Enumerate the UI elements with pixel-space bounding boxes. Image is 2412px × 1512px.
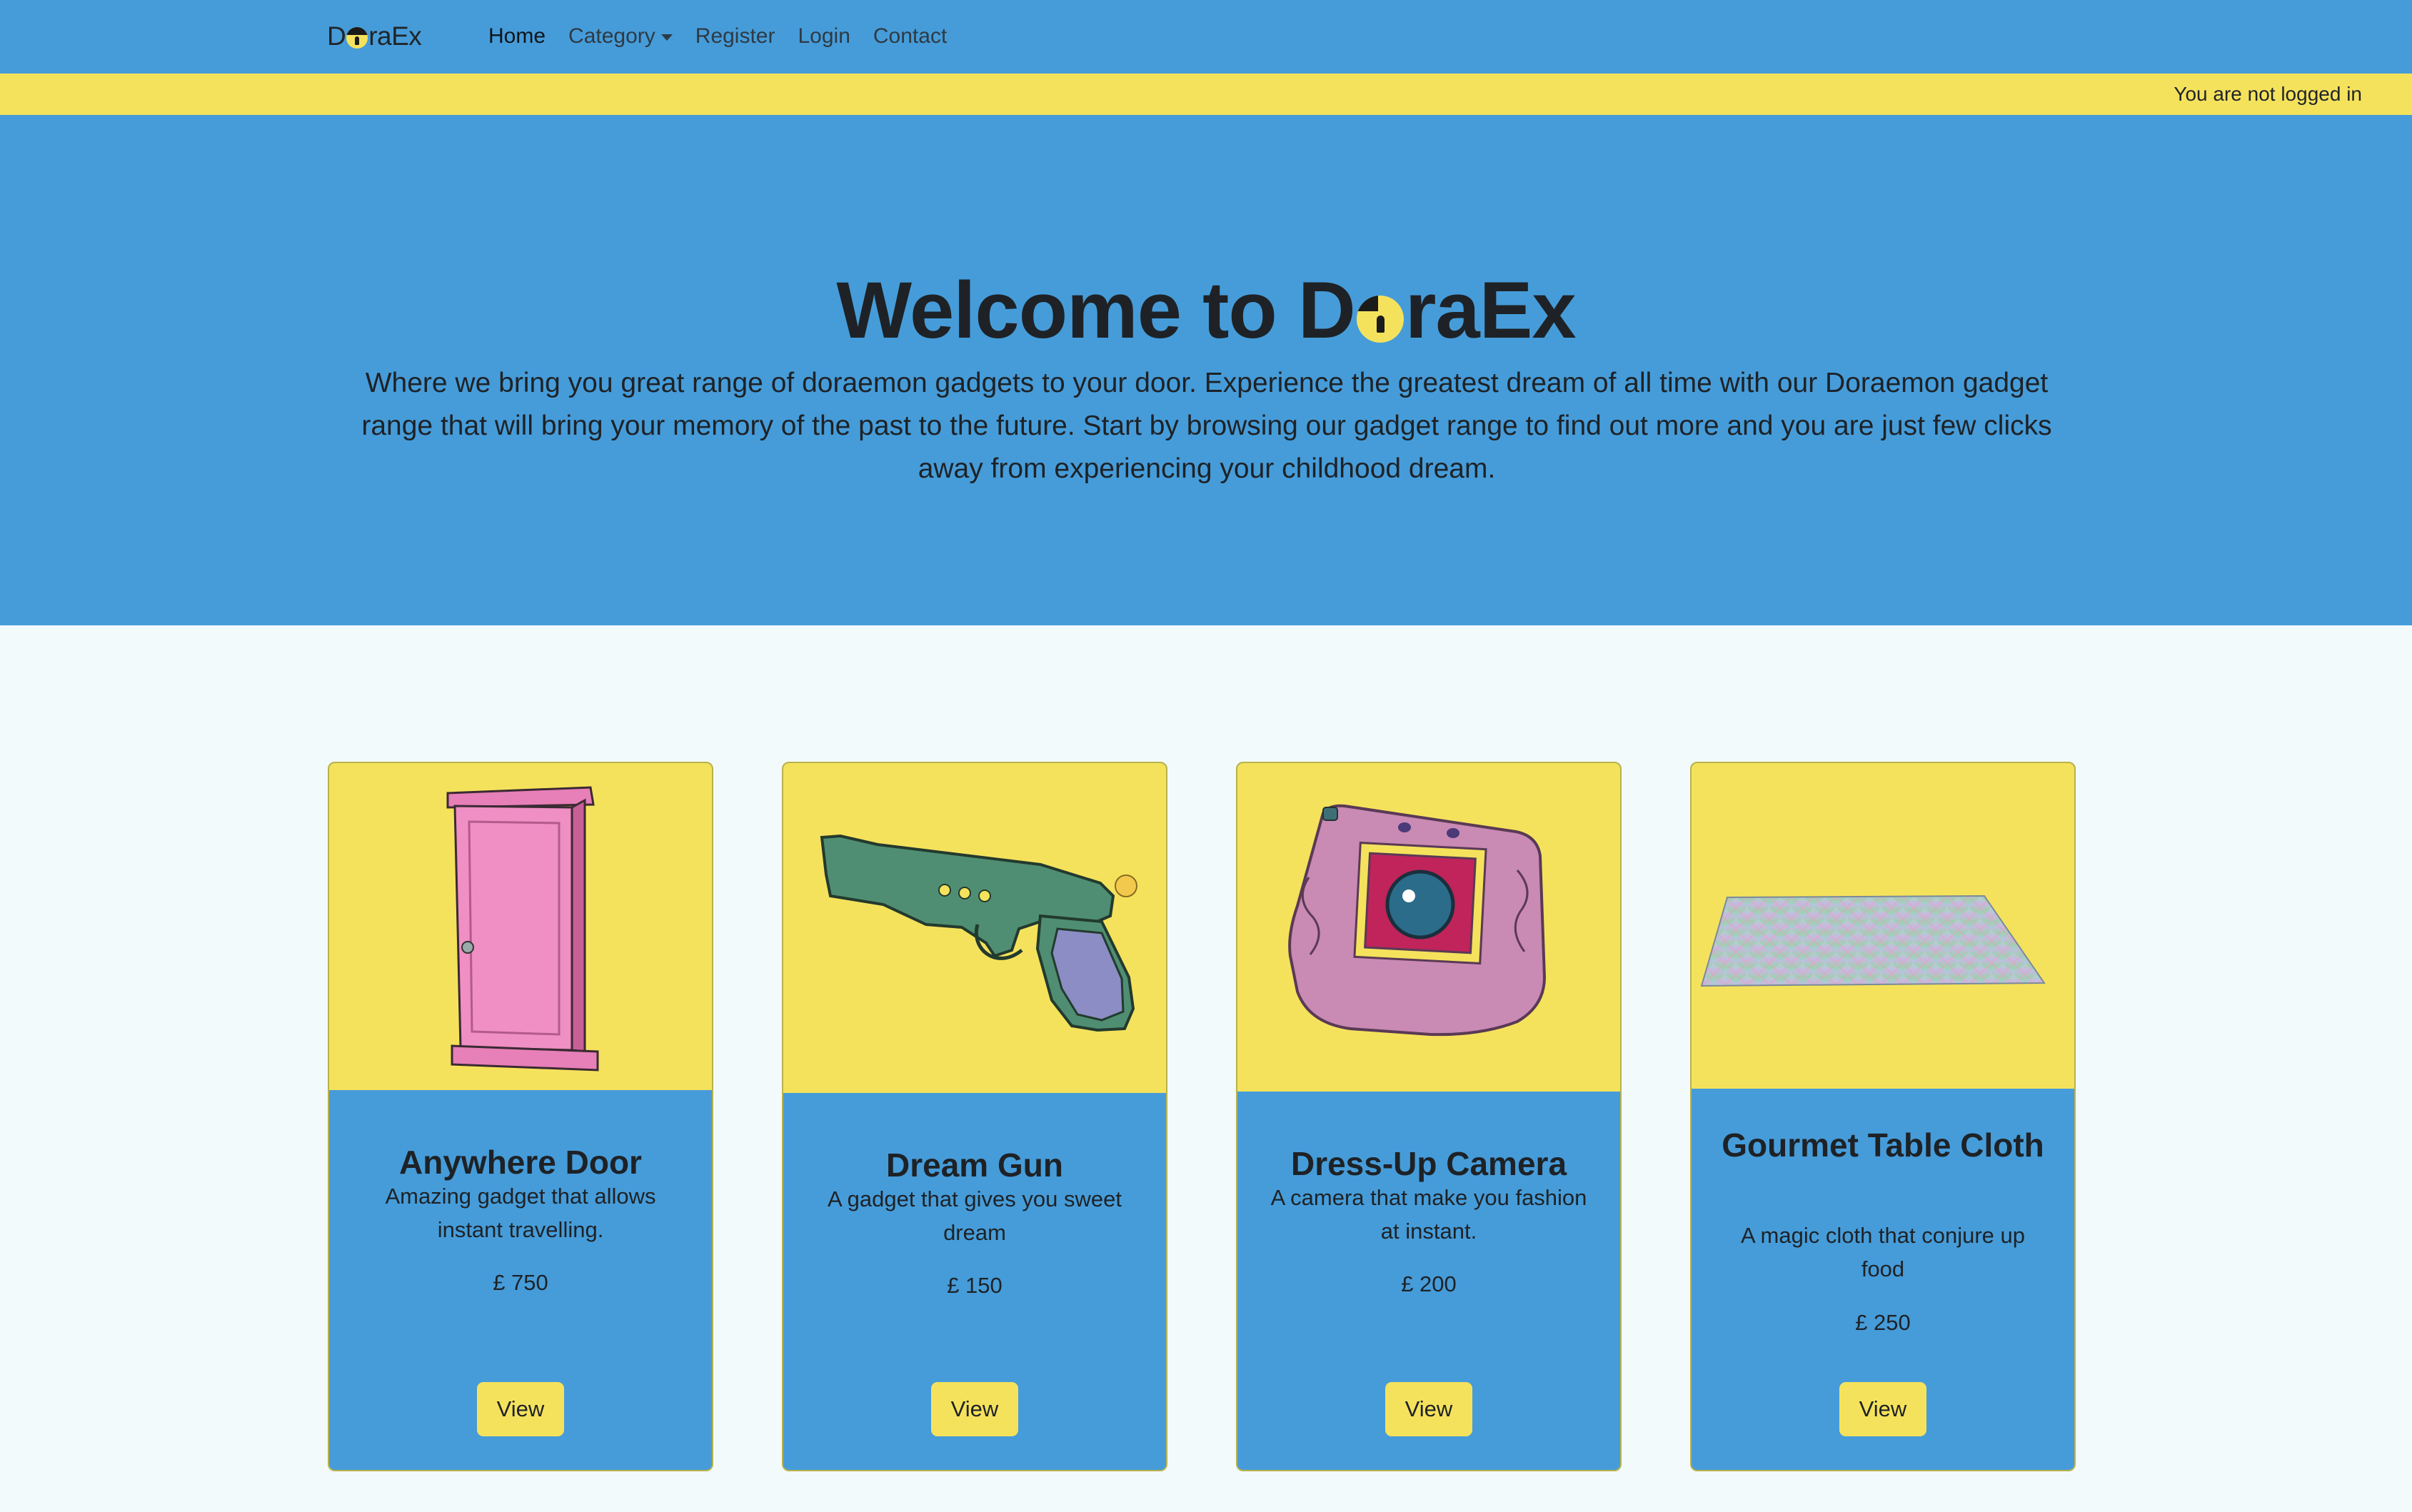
top-navbar: DraEx Home Category Register Login Conta… (0, 0, 2412, 74)
nav-register-link[interactable]: Register (684, 24, 787, 49)
hero-title: Welcome to D raEx (0, 261, 2412, 361)
view-button[interactable]: View (1385, 1382, 1472, 1436)
nav-home-link[interactable]: Home (477, 24, 557, 49)
nav-contact-link[interactable]: Contact (862, 24, 958, 49)
login-status-text: You are not logged in (2174, 83, 2362, 105)
caret-down-icon (660, 34, 673, 41)
dream-gun-image (783, 763, 1166, 1093)
product-description: A gadget that gives you sweet dream (828, 1186, 1122, 1245)
brand-text-prefix: D (327, 21, 346, 51)
product-price: £ 200 (1401, 1271, 1457, 1296)
product-card-gourmet-table-cloth: Gourmet Table Cloth A magic cloth that c… (1690, 762, 2076, 1471)
nav-login-link[interactable]: Login (786, 24, 861, 49)
product-title: Dream Gun (886, 1146, 1063, 1184)
product-card-dream-gun: Dream Gun A gadget that gives you sweet … (782, 762, 1167, 1471)
hero-title-prefix: Welcome to D (836, 266, 1355, 355)
product-card-anywhere-door: Anywhere Door Amazing gadget that allows… (328, 762, 713, 1471)
view-button[interactable]: View (477, 1382, 564, 1436)
hero-title-suffix: raEx (1405, 266, 1577, 355)
login-status-bar: You are not logged in (0, 74, 2412, 115)
product-card-dress-up-camera: Dress-Up Camera A camera that make you f… (1236, 762, 1622, 1471)
product-description: Amazing gadget that allows instant trave… (385, 1184, 656, 1242)
product-title: Dress-Up Camera (1290, 1145, 1567, 1182)
product-title: Anywhere Door (399, 1144, 642, 1181)
main-nav: Home Category Register Login Contact (477, 17, 958, 56)
product-price: £ 750 (493, 1270, 548, 1295)
dress-up-camera-image (1237, 763, 1620, 1092)
bell-icon (346, 27, 368, 49)
nav-category-label: Category (568, 24, 655, 48)
product-description: A magic cloth that conjure up food (1740, 1223, 2026, 1281)
hero-banner: Welcome to D raEx Where we bring you grea… (0, 115, 2412, 625)
product-price: £ 250 (1855, 1310, 1911, 1335)
anywhere-door-image (329, 763, 712, 1090)
product-title: Gourmet Table Cloth (1722, 1127, 2044, 1164)
nav-category-dropdown[interactable]: Category (557, 24, 684, 49)
table-cloth-image (1692, 763, 2074, 1089)
bell-icon (1356, 296, 1404, 343)
view-button[interactable]: View (931, 1382, 1018, 1436)
brand-logo-link[interactable]: DraEx (327, 17, 422, 56)
product-price: £ 150 (947, 1273, 1003, 1298)
view-button[interactable]: View (1839, 1382, 1926, 1436)
product-description: A camera that make you fashion at instan… (1270, 1185, 1587, 1244)
brand-text-suffix: raEx (368, 21, 422, 51)
hero-subtitle: Where we bring you great range of doraem… (361, 368, 2052, 484)
